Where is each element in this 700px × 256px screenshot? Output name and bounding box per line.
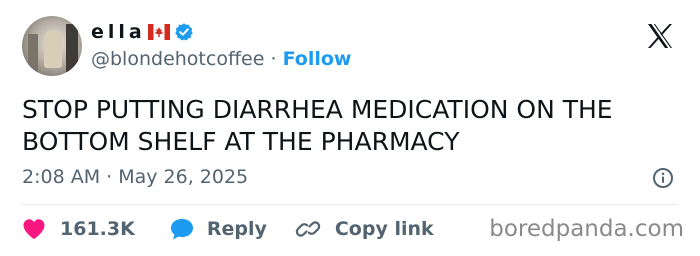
- verified-badge-icon: [174, 22, 194, 42]
- reply-label: Reply: [206, 218, 267, 240]
- display-name[interactable]: ella: [91, 21, 146, 43]
- x-logo-icon[interactable]: [644, 20, 676, 56]
- handle-row: @blondehotcoffee · Follow: [91, 48, 351, 70]
- copy-link-label: Copy link: [334, 218, 434, 240]
- follow-button[interactable]: Follow: [283, 48, 352, 70]
- divider: [22, 204, 678, 205]
- heart-icon: [22, 218, 46, 240]
- reply-bubble-icon: [169, 217, 195, 241]
- like-count: 161.3K: [60, 218, 135, 240]
- avatar-shelf: [66, 24, 78, 72]
- copy-link-button[interactable]: Copy link: [295, 217, 434, 241]
- author-name-row: ella: [91, 18, 194, 46]
- link-icon: [295, 217, 321, 241]
- action-bar: 161.3K Reply Copy link: [22, 217, 434, 241]
- reply-button[interactable]: Reply: [169, 217, 267, 241]
- handle-separator: ·: [270, 48, 277, 70]
- avatar-figure: [44, 30, 62, 68]
- avatar-background: [28, 34, 38, 74]
- like-button[interactable]: 161.3K: [22, 218, 135, 240]
- tweet-timestamp[interactable]: 2:08 AM · May 26, 2025: [22, 166, 248, 188]
- tweet-text: STOP PUTTING DIARRHEA MEDICATION ON THE …: [22, 95, 613, 156]
- watermark: boredpanda.com: [489, 216, 684, 242]
- canada-flag-icon: [147, 24, 170, 40]
- author-handle[interactable]: @blondehotcoffee: [91, 48, 264, 70]
- avatar[interactable]: [22, 16, 82, 76]
- info-icon[interactable]: [652, 167, 674, 193]
